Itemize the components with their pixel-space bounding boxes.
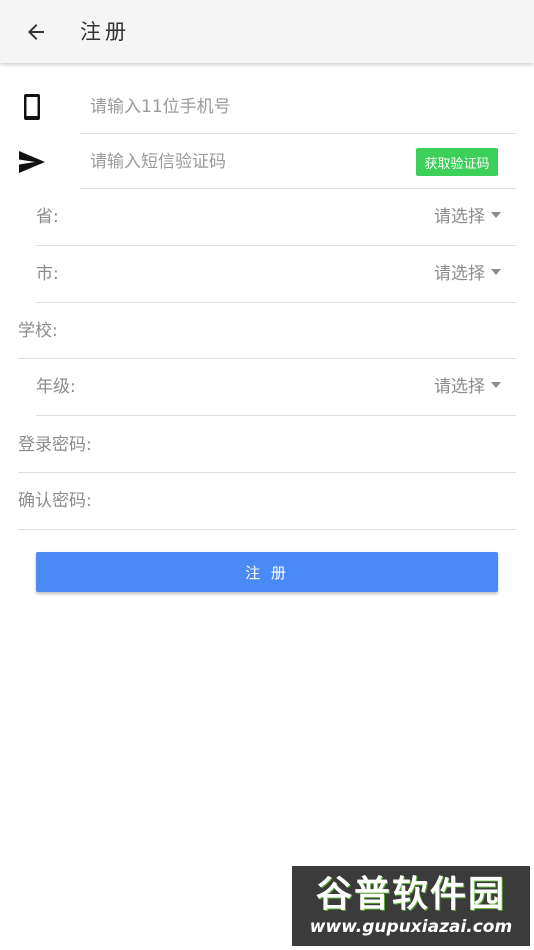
grade-select-value: 请选择: [434, 377, 485, 397]
divider: [18, 529, 516, 530]
city-select[interactable]: 请选择: [434, 262, 501, 286]
app-bar: 注册: [0, 0, 534, 63]
caret-down-icon: [491, 212, 501, 218]
divider: [18, 358, 516, 359]
divider: [36, 415, 516, 416]
caret-down-icon: [491, 382, 501, 388]
watermark: 谷普软件园 www.gupuxiazai.com: [292, 866, 530, 946]
confirm-password-label: 确认密码:: [18, 491, 92, 511]
register-button[interactable]: 注 册: [36, 552, 498, 592]
school-label: 学校:: [18, 321, 58, 341]
province-select-value: 请选择: [434, 207, 485, 227]
back-button[interactable]: [22, 18, 50, 46]
get-code-button[interactable]: 获取验证码: [416, 148, 498, 176]
smartphone-icon: [18, 93, 46, 121]
arrow-left-icon: [28, 24, 44, 40]
password-input[interactable]: [100, 426, 516, 466]
divider: [36, 245, 516, 246]
password-label: 登录密码:: [18, 435, 92, 455]
city-label: 市:: [36, 264, 59, 284]
sms-code-input[interactable]: 请输入短信验证码: [90, 150, 226, 174]
phone-input[interactable]: 请输入11位手机号: [90, 95, 231, 119]
school-input[interactable]: [100, 312, 516, 352]
page-title: 注册: [80, 20, 130, 44]
watermark-url: www.gupuxiazai.com: [309, 917, 513, 937]
send-icon: [18, 148, 46, 176]
caret-down-icon: [491, 269, 501, 275]
grade-select[interactable]: 请选择: [434, 375, 501, 399]
province-select[interactable]: 请选择: [434, 205, 501, 229]
divider: [80, 133, 516, 134]
divider: [36, 302, 516, 303]
grade-label: 年级:: [36, 377, 76, 397]
divider: [80, 188, 516, 189]
city-select-value: 请选择: [434, 264, 485, 284]
divider: [18, 472, 516, 473]
confirm-password-input[interactable]: [100, 482, 516, 522]
province-label: 省:: [36, 207, 59, 227]
watermark-title: 谷普软件园: [315, 874, 506, 915]
